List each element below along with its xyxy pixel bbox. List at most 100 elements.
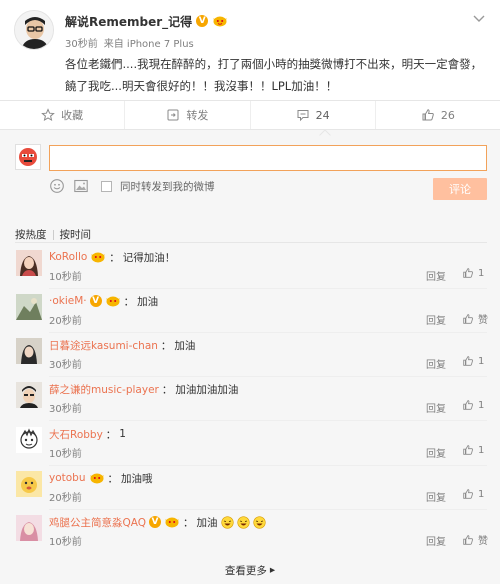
comment-like-count: 1 xyxy=(478,355,485,367)
comment-line: 大石Robby ： 1 xyxy=(49,427,126,441)
post-meta: 30秒前 来自 iPhone 7 Plus xyxy=(65,35,194,50)
repost-checkbox-label[interactable]: 同时转发到我的微博 xyxy=(120,179,215,194)
comment-divider xyxy=(49,465,487,466)
composer-tools: 同时转发到我的微博 xyxy=(49,178,215,194)
comment-divider xyxy=(49,332,487,333)
post-action-bar: 收藏 转发 24 26 xyxy=(0,100,500,130)
commenter-name[interactable]: 鸡腿公主简意淼QAQ xyxy=(49,515,146,530)
sort-separator xyxy=(52,229,54,240)
comment-divider xyxy=(49,288,487,289)
commenter-name[interactable]: KoRollo xyxy=(49,251,87,263)
view-more-label: 查看更多 xyxy=(224,564,267,577)
commenter-avatar[interactable] xyxy=(16,338,42,364)
thumbs-up-icon xyxy=(463,534,473,545)
poster-avatar[interactable] xyxy=(14,10,54,50)
commenter-avatar[interactable] xyxy=(16,471,42,497)
thumbs-up-icon xyxy=(463,445,473,455)
comment-text: 记得加油！ xyxy=(122,251,176,264)
commenter-name[interactable]: 薛之谦的music-player xyxy=(49,382,159,397)
comment-line: 日暮途远kasumi-chan ： 加油 xyxy=(49,338,195,352)
comment-line: 薛之谦的music-player ： 加油加油加油 xyxy=(49,382,238,396)
thumbs-up-icon xyxy=(463,489,473,499)
comment-separator: ： xyxy=(107,472,119,485)
emoji-icon[interactable] xyxy=(49,178,65,194)
laughing-emoji-icon xyxy=(252,515,266,529)
comment-time: 10秒前 xyxy=(49,537,82,548)
reply-button[interactable]: 回复 xyxy=(426,489,446,504)
reply-button[interactable]: 回复 xyxy=(426,533,446,548)
comment-item: 鸡腿公主简意淼QAQ V ： 加油 10秒前 回复 赞 xyxy=(0,515,500,559)
member-face-icon xyxy=(91,252,105,263)
comment-item: 日暮途远kasumi-chan ： 加油 30秒前 回复 1 xyxy=(0,338,500,382)
favorite-label: 收藏 xyxy=(61,109,84,122)
reply-button[interactable]: 回复 xyxy=(426,400,446,415)
comment-text: 加油哦 xyxy=(121,472,153,485)
post-time[interactable]: 30秒前 xyxy=(65,35,98,50)
repost-button[interactable]: 转发 xyxy=(125,101,251,129)
comment-text: 加油 xyxy=(137,295,159,308)
comment-like-count: 1 xyxy=(478,399,485,411)
comment-separator: ： xyxy=(183,516,194,529)
commenter-avatar[interactable] xyxy=(16,294,42,320)
commenter-avatar[interactable] xyxy=(16,250,42,276)
verified-badge-icon: V xyxy=(149,516,162,528)
like-button[interactable]: 26 xyxy=(376,101,500,129)
reply-button[interactable]: 回复 xyxy=(426,445,446,460)
commenter-avatar[interactable] xyxy=(16,515,42,541)
repost-checkbox[interactable] xyxy=(101,180,112,192)
thumbs-up-icon xyxy=(463,313,473,324)
repost-icon xyxy=(167,109,179,121)
repost-label: 转发 xyxy=(186,109,209,122)
comment-icon xyxy=(297,110,309,122)
commenter-avatar[interactable] xyxy=(16,382,42,408)
comment-like-button[interactable]: 赞 xyxy=(462,311,488,326)
reply-button[interactable]: 回复 xyxy=(426,356,446,371)
comment-item: yotobu ： 加油哦 20秒前 回复 1 xyxy=(0,471,500,515)
comment-like-button[interactable]: 赞 xyxy=(462,532,488,547)
comment-like-count: 1 xyxy=(478,267,485,279)
comment-item: 大石Robby ： 1 10秒前 回复 1 xyxy=(0,427,500,471)
comment-like-button[interactable]: 1 xyxy=(462,355,484,367)
comment-separator: ： xyxy=(161,383,173,396)
comment-like-count: 赞 xyxy=(478,315,488,326)
reply-button[interactable]: 回复 xyxy=(426,268,446,283)
sort-by-time-tab[interactable]: 按时间 xyxy=(60,227,92,242)
comment-input[interactable] xyxy=(49,145,487,171)
comment-button[interactable]: 24 xyxy=(251,101,376,129)
commenter-name[interactable]: yotobu xyxy=(49,472,86,484)
sort-by-hot-tab[interactable]: 按热度 xyxy=(15,227,47,242)
comment-like-button[interactable]: 1 xyxy=(462,488,484,500)
favorite-button[interactable]: 收藏 xyxy=(0,101,126,129)
post-text: 各位老鐵們....我現在醉醉的，打了兩個小時的抽獎微博打不出來，明天一定會發，饒… xyxy=(65,57,483,93)
view-more-link[interactable]: 查看更多 ▸ xyxy=(0,562,500,578)
reply-button[interactable]: 回复 xyxy=(426,312,446,327)
comment-divider xyxy=(49,420,487,421)
poster-name-row: 解说Remember_记得 V xyxy=(65,13,228,29)
comment-time: 30秒前 xyxy=(49,360,82,371)
comment-like-button[interactable]: 1 xyxy=(462,267,484,279)
sort-divider xyxy=(15,242,487,243)
chevron-down-icon[interactable] xyxy=(472,14,486,24)
comment-time: 20秒前 xyxy=(49,493,82,504)
member-face-icon xyxy=(90,473,103,484)
comment-line: yotobu ： 加油哦 xyxy=(49,471,153,485)
comment-separator: ： xyxy=(109,251,120,264)
comment-like-count: 1 xyxy=(478,488,485,500)
verified-badge-icon: V xyxy=(89,295,102,307)
comment-time: 30秒前 xyxy=(49,404,82,415)
comment-like-button[interactable]: 1 xyxy=(462,444,484,456)
comment-item: ·okieM· V ： 加油 20秒前 回复 赞 xyxy=(0,294,500,338)
commenter-name[interactable]: 大石Robby xyxy=(49,427,103,442)
submit-comment-button[interactable]: 评论 xyxy=(433,178,487,200)
commenter-avatar[interactable] xyxy=(16,427,42,453)
commenter-name[interactable]: 日暮途远kasumi-chan xyxy=(49,338,158,353)
commenter-name[interactable]: ·okieM· xyxy=(49,295,87,307)
comment-divider xyxy=(49,376,487,377)
view-more-arrow-icon: ▸ xyxy=(269,564,276,576)
thumbs-up-icon xyxy=(463,268,473,278)
poster-username[interactable]: 解说Remember_记得 xyxy=(65,13,192,30)
comment-like-button[interactable]: 1 xyxy=(462,399,484,411)
thumbs-up-icon xyxy=(422,109,434,121)
comment-like-count: 赞 xyxy=(478,536,488,547)
image-icon[interactable] xyxy=(73,178,89,194)
